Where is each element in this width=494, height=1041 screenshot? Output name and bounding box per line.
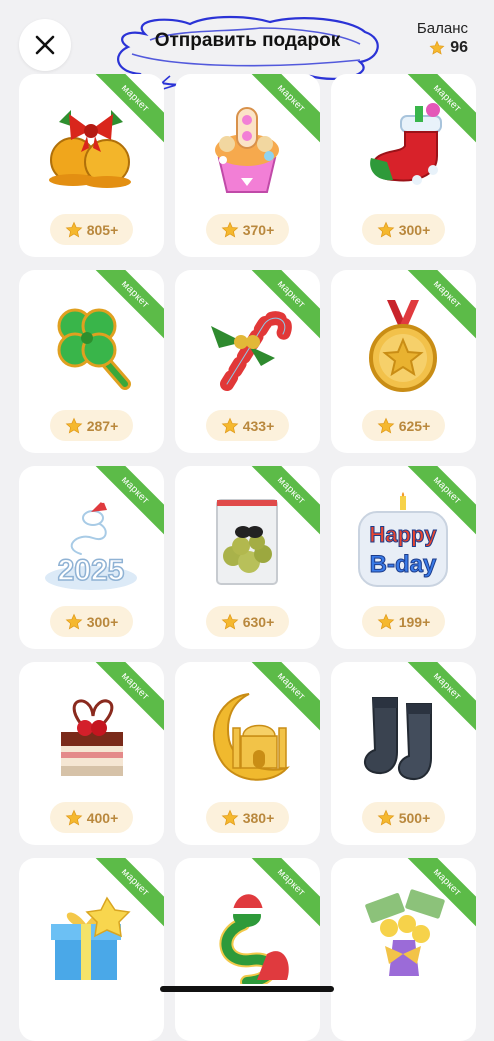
star-icon: [429, 40, 445, 55]
price-button[interactable]: 625+: [362, 410, 445, 441]
price-button[interactable]: 805+: [50, 214, 133, 245]
gift-image-christmas-stocking: [353, 100, 453, 200]
gift-card-christmas-stocking[interactable]: маркет 300+: [331, 74, 476, 257]
price-value: 500+: [398, 809, 431, 826]
close-icon: [35, 35, 55, 55]
gift-image-clover-pin: [41, 296, 141, 396]
happy-text: Happy: [369, 522, 437, 547]
star-icon: [221, 613, 239, 630]
balance-value: 96: [450, 39, 468, 56]
price-value: 300+: [86, 613, 119, 630]
price-button[interactable]: 287+: [50, 410, 133, 441]
header: Отправить подарок Баланс 96: [0, 0, 494, 97]
gift-card-march-8-cupcake[interactable]: маркет 370+: [175, 74, 320, 257]
gift-card-socks[interactable]: маркет 500+: [331, 662, 476, 845]
gift-image-socks: [353, 688, 453, 788]
svg-text:2025: 2025: [58, 554, 125, 587]
star-icon: [377, 613, 395, 630]
star-icon: [65, 613, 83, 630]
price-value: 630+: [242, 613, 275, 630]
gift-image-crescent-mosque: [197, 688, 297, 788]
price-value: 625+: [398, 417, 431, 434]
gift-card-snake-2025[interactable]: маркет 2025 300+: [19, 466, 164, 649]
gift-image-snake-in-hat: [197, 884, 297, 989]
home-indicator: [160, 986, 334, 992]
page-title: Отправить подарок: [154, 30, 341, 51]
star-icon: [65, 221, 83, 238]
gift-card-cake[interactable]: маркет 400+: [19, 662, 164, 845]
star-icon: [377, 221, 395, 238]
price-value: 287+: [86, 417, 119, 434]
gift-image-money-bouquet: [353, 884, 453, 984]
price-button[interactable]: 300+: [50, 606, 133, 637]
gift-card-candy-cane[interactable]: маркет 433+: [175, 270, 320, 453]
price-button[interactable]: 630+: [206, 606, 289, 637]
gift-card-bag-of-weed[interactable]: маркет 630+: [175, 466, 320, 649]
gift-image-gift-box-2025: [41, 884, 141, 984]
star-icon: [65, 809, 83, 826]
gift-card-clover-pin[interactable]: маркет 287+: [19, 270, 164, 453]
star-icon: [221, 417, 239, 434]
price-button[interactable]: 199+: [362, 606, 445, 637]
star-icon: [377, 417, 395, 434]
price-value: 433+: [242, 417, 275, 434]
price-value: 199+: [398, 613, 431, 630]
price-button[interactable]: 433+: [206, 410, 289, 441]
price-button[interactable]: 370+: [206, 214, 289, 245]
star-icon: [377, 809, 395, 826]
gift-card-jingle-bells[interactable]: маркет 805+: [19, 74, 164, 257]
gift-image-happy-bday-candle: Happy B-day: [353, 492, 453, 592]
close-button[interactable]: [19, 19, 71, 71]
gift-card-gold-medal[interactable]: маркет 625+: [331, 270, 476, 453]
price-value: 370+: [242, 221, 275, 238]
price-button[interactable]: 500+: [362, 802, 445, 833]
gift-card-gift-box-2025[interactable]: маркет: [19, 858, 164, 1041]
star-icon: [221, 809, 239, 826]
price-value: 380+: [242, 809, 275, 826]
gift-image-cake: [41, 688, 141, 788]
star-icon: [65, 417, 83, 434]
gift-image-bag-of-weed: [197, 492, 297, 592]
gift-image-gold-medal: [353, 296, 453, 396]
balance-label: Баланс: [416, 20, 468, 37]
gift-image-snake-2025: 2025: [41, 492, 141, 592]
gift-image-march-8-cupcake: [197, 100, 297, 200]
gift-image-candy-cane: [197, 296, 297, 396]
gift-card-happy-bday-candle[interactable]: маркет Happy B-day 199+: [331, 466, 476, 649]
price-button[interactable]: 300+: [362, 214, 445, 245]
price-value: 805+: [86, 221, 119, 238]
gift-card-money-bouquet[interactable]: маркет: [331, 858, 476, 1041]
star-icon: [221, 221, 239, 238]
gift-card-snake-in-hat[interactable]: маркет: [175, 858, 320, 1041]
balance: Баланс 96: [417, 20, 468, 57]
price-button[interactable]: 400+: [50, 802, 133, 833]
price-button[interactable]: 380+: [206, 802, 289, 833]
price-value: 300+: [398, 221, 431, 238]
price-value: 400+: [86, 809, 119, 826]
gift-card-crescent-mosque[interactable]: маркет 380+: [175, 662, 320, 845]
gift-image-jingle-bells: [41, 100, 141, 200]
bday-text: B-day: [370, 551, 437, 578]
